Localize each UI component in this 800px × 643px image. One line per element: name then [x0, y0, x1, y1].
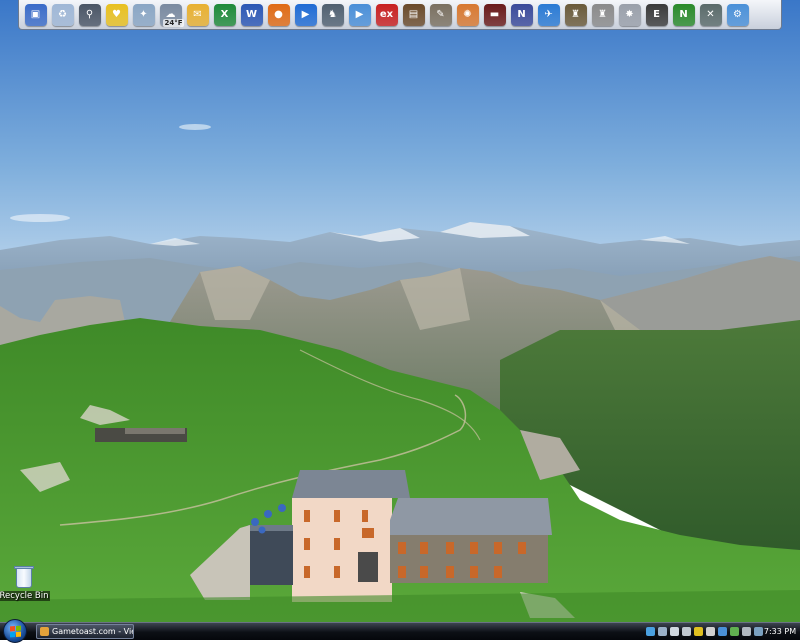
- desktop-wallpaper: [0, 0, 800, 640]
- gimp-icon[interactable]: ✎: [429, 3, 452, 26]
- excel-game-icon[interactable]: ex: [375, 3, 398, 26]
- quick-launch-dock: ▣ ♻ ⚲ ♥ ✦ ☁ 24°F ✉ X W ● ▶ ♞ ▶ ex ▤ ✎ ✺ ▬ N ✈ ♜ ♜ ✸ E N ✕ ⚙: [18, 0, 782, 30]
- outlook-icon-glyph: ✉: [193, 9, 202, 20]
- race-car-icon[interactable]: ▬: [483, 3, 506, 26]
- volume-tray-icon[interactable]: [682, 627, 691, 636]
- n64-emulator-icon[interactable]: N: [672, 3, 695, 26]
- weather-temperature: 24°F: [163, 18, 184, 27]
- search-magnifier-icon[interactable]: ⚲: [78, 3, 101, 26]
- xbox-icon[interactable]: ✕: [699, 3, 722, 26]
- monitor-tray-icon[interactable]: [658, 627, 667, 636]
- nascar-icon-glyph: N: [517, 9, 526, 20]
- search-magnifier-icon-glyph: ⚲: [85, 9, 94, 20]
- oracle-figure-icon[interactable]: ♞: [321, 3, 344, 26]
- starfighter-icon[interactable]: ✸: [618, 3, 641, 26]
- recycle-bin-icon-glyph: ♻: [58, 9, 67, 20]
- shield-tray-icon[interactable]: [706, 627, 715, 636]
- at-at-walker-icon[interactable]: ♜: [591, 3, 614, 26]
- excel-icon-glyph: X: [220, 9, 229, 20]
- photo-viewer-icon-glyph: ▤: [408, 9, 419, 20]
- picasa-icon[interactable]: ✺: [456, 3, 479, 26]
- race-car-icon-glyph: ▬: [489, 9, 500, 20]
- excel-game-icon-glyph: ex: [379, 9, 394, 20]
- recycle-bin-desktop-icon[interactable]: Recycle Bin: [0, 566, 50, 601]
- media-player-icon-glyph: ▶: [301, 9, 310, 20]
- oracle-figure-icon-glyph: ♞: [328, 9, 337, 20]
- windows-logo-icon: [9, 625, 21, 637]
- taskbar-clock[interactable]: 7:33 PM: [762, 624, 798, 639]
- xbox-icon-glyph: ✕: [706, 9, 715, 20]
- photo-viewer-icon[interactable]: ▤: [402, 3, 425, 26]
- picasa-icon-glyph: ✺: [463, 9, 472, 20]
- media-player-icon[interactable]: ▶: [294, 3, 317, 26]
- firefox-icon[interactable]: ●: [267, 3, 290, 26]
- magic-wand-icon-glyph: ✦: [139, 9, 148, 20]
- gimp-icon-glyph: ✎: [436, 9, 445, 20]
- stethoscope-icon[interactable]: ♥: [105, 3, 128, 26]
- play-disc-icon[interactable]: ▶: [348, 3, 371, 26]
- my-computer-icon-glyph: ▣: [30, 9, 41, 20]
- at-at-walker-icon-glyph: ♜: [598, 9, 607, 20]
- word-icon[interactable]: W: [240, 3, 263, 26]
- recycle-bin-icon: [14, 566, 34, 588]
- system-tray: [646, 624, 763, 639]
- my-computer-icon[interactable]: ▣: [24, 3, 47, 26]
- browser-favicon-icon: [40, 627, 49, 636]
- outlook-icon[interactable]: ✉: [186, 3, 209, 26]
- firefox-icon-glyph: ●: [274, 9, 283, 20]
- play-disc-icon-glyph: ▶: [355, 9, 364, 20]
- flight-simulator-icon-glyph: ✈: [544, 9, 553, 20]
- battlefront-icon[interactable]: ♜: [564, 3, 587, 26]
- battlefield-e-icon[interactable]: E: [645, 3, 668, 26]
- settings-gears-icon-glyph: ⚙: [733, 9, 742, 20]
- excel-icon[interactable]: X: [213, 3, 236, 26]
- recycle-bin-icon[interactable]: ♻: [51, 3, 74, 26]
- battlefront-icon-glyph: ♜: [571, 9, 580, 20]
- screen-tray-icon[interactable]: [670, 627, 679, 636]
- starfighter-icon-glyph: ✸: [625, 9, 634, 20]
- weather-icon[interactable]: ☁ 24°F: [159, 3, 184, 27]
- start-button[interactable]: [3, 619, 27, 643]
- flight-simulator-icon[interactable]: ✈: [537, 3, 560, 26]
- update-tray-icon[interactable]: [718, 627, 727, 636]
- settings-gears-icon[interactable]: ⚙: [726, 3, 749, 26]
- magic-wand-icon[interactable]: ✦: [132, 3, 155, 26]
- nascar-icon[interactable]: N: [510, 3, 533, 26]
- battlefield-e-icon-glyph: E: [653, 9, 660, 20]
- antivirus-tray-icon[interactable]: [694, 627, 703, 636]
- stethoscope-icon-glyph: ♥: [112, 9, 121, 20]
- network-tray-icon[interactable]: [646, 627, 655, 636]
- taskbar: Gametoast.com - View... 7:33 PM: [0, 619, 800, 643]
- taskbar-window-button[interactable]: Gametoast.com - View...: [36, 624, 134, 639]
- audio-tray-icon[interactable]: [742, 627, 751, 636]
- recycle-bin-label: Recycle Bin: [0, 591, 50, 601]
- chat-tray-icon[interactable]: [730, 627, 739, 636]
- n64-emulator-icon-glyph: N: [679, 9, 688, 20]
- taskbar-window-label: Gametoast.com - View...: [52, 627, 133, 636]
- word-icon-glyph: W: [245, 9, 258, 20]
